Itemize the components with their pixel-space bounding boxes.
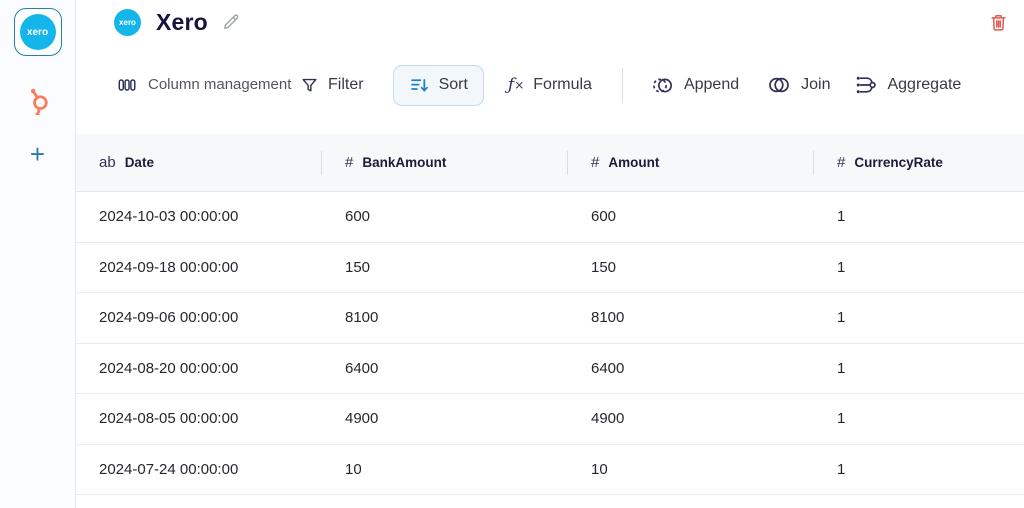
table-row: 2024-08-20 00:00:00640064001 (76, 344, 1024, 395)
merge-branches-icon (854, 73, 878, 97)
table-cell: 150 (568, 259, 814, 276)
filter-button[interactable]: Filter (300, 76, 364, 95)
table-cell: 4900 (322, 410, 568, 427)
column-header[interactable]: # Amount (568, 134, 814, 191)
table-cell: 1 (814, 259, 1024, 276)
column-label: BankAmount (362, 155, 446, 170)
xero-logo-icon: xero (114, 9, 141, 36)
column-label: Amount (608, 155, 659, 170)
xero-logo-icon: xero (20, 14, 56, 50)
column-header[interactable]: ab Date (76, 134, 322, 191)
formula-fx-icon: ƒ× (508, 75, 524, 95)
sources-sidebar: xero + (0, 0, 76, 508)
transform-toolbar: Column management Filter Sort ƒ× Formula (76, 60, 1024, 110)
table-row: 2024-08-05 00:00:00490049001 (76, 394, 1024, 445)
column-bars-icon (116, 74, 138, 96)
table-header-row: ab Date # BankAmount # Amount # Currency… (76, 134, 1024, 192)
table-cell: 1 (814, 360, 1024, 377)
column-header[interactable]: # BankAmount (322, 134, 568, 191)
document-header: xero Xero (76, 0, 1024, 30)
table-cell: 2024-09-06 00:00:00 (76, 309, 322, 326)
pencil-icon (221, 12, 241, 32)
table-cell: 6400 (322, 360, 568, 377)
table-cell: 4900 (568, 410, 814, 427)
table-body: 2024-10-03 00:00:006006001 2024-09-18 00… (76, 192, 1024, 495)
table-cell: 2024-08-05 00:00:00 (76, 410, 322, 427)
sort-button[interactable]: Sort (393, 65, 484, 106)
table-cell: 8100 (322, 309, 568, 326)
formula-button[interactable]: ƒ× Formula (508, 75, 592, 95)
column-type-icon: # (591, 154, 599, 171)
column-label: Date (125, 155, 154, 170)
sort-lines-arrow-icon (409, 75, 430, 96)
column-type-icon: # (837, 154, 845, 171)
aggregate-button[interactable]: Aggregate (854, 73, 961, 97)
table-cell: 150 (322, 259, 568, 276)
column-type-icon: ab (99, 154, 116, 171)
table-cell: 2024-07-24 00:00:00 (76, 461, 322, 478)
append-label: Append (684, 76, 739, 94)
main-panel: xero Xero (76, 0, 1024, 508)
overlapping-circles-dashed-icon (650, 73, 675, 98)
table-cell: 600 (568, 208, 814, 225)
trash-icon (989, 13, 1008, 32)
funnel-icon (300, 76, 319, 95)
aggregate-label: Aggregate (887, 76, 961, 94)
table-cell: 1 (814, 410, 1024, 427)
table-row: 2024-07-24 00:00:0010101 (76, 445, 1024, 496)
column-management-label: Column management (148, 74, 244, 96)
table-row: 2024-10-03 00:00:006006001 (76, 192, 1024, 243)
table-cell: 1 (814, 461, 1024, 478)
table-cell: 2024-09-18 00:00:00 (76, 259, 322, 276)
table-cell: 1 (814, 208, 1024, 225)
column-management-button[interactable]: Column management (116, 74, 244, 96)
append-button[interactable]: Append (650, 73, 739, 98)
page-title: Xero (156, 9, 208, 36)
table-cell: 1 (814, 309, 1024, 326)
column-type-icon: # (345, 154, 353, 171)
hubspot-icon (23, 85, 53, 115)
table-row: 2024-09-18 00:00:001501501 (76, 243, 1024, 294)
formula-label: Formula (533, 76, 592, 94)
table-cell: 10 (568, 461, 814, 478)
data-table: ab Date # BankAmount # Amount # Currency… (76, 134, 1024, 508)
join-label: Join (801, 76, 830, 94)
join-button[interactable]: Join (766, 72, 830, 98)
column-header[interactable]: # CurrencyRate (814, 134, 1024, 191)
sidebar-source-xero[interactable]: xero (14, 8, 62, 56)
column-label: CurrencyRate (854, 155, 943, 170)
table-cell: 10 (322, 461, 568, 478)
table-cell: 2024-10-03 00:00:00 (76, 208, 322, 225)
filter-label: Filter (328, 76, 364, 94)
venn-circles-icon (766, 72, 792, 98)
table-cell: 6400 (568, 360, 814, 377)
rename-button[interactable] (221, 12, 241, 32)
table-cell: 8100 (568, 309, 814, 326)
app-window: xero + xero Xero (0, 0, 1024, 508)
toolbar-divider (622, 68, 623, 102)
table-cell: 600 (322, 208, 568, 225)
table-cell: 2024-08-20 00:00:00 (76, 360, 322, 377)
sort-label: Sort (439, 76, 468, 94)
table-row: 2024-09-06 00:00:00810081001 (76, 293, 1024, 344)
delete-source-button[interactable] (989, 13, 1008, 32)
sidebar-source-hubspot[interactable] (21, 83, 55, 117)
add-source-button[interactable]: + (30, 141, 45, 167)
